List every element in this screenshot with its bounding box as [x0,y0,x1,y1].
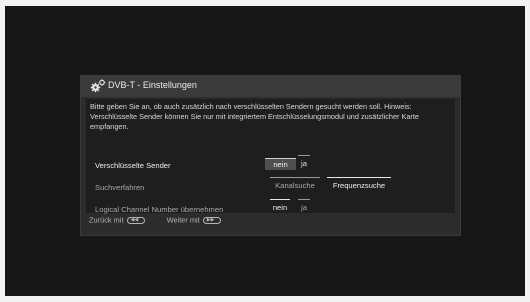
option-label: Kanalsuche [275,181,315,190]
option-indicator [298,199,310,200]
lcn-label: Logical Channel Number übernehmen [95,205,224,214]
option-label: ja [301,159,307,168]
search-method-option-channel[interactable]: Kanalsuche [269,177,321,192]
search-method-option-frequency[interactable]: Frequenzsuche [326,177,392,192]
option-label: nein [273,160,288,169]
next-label: Weiter mit [166,215,200,225]
option-indicator [327,177,391,178]
encrypted-channels-label: Verschlüsselte Sender [95,161,171,170]
settings-dialog: DVB-T - Einstellungen Bitte geben Sie an… [80,75,461,236]
next-hint[interactable]: Weiter mit ▶▶ [166,215,221,225]
encrypted-channels-option-no[interactable]: nein [265,158,296,170]
encrypted-channels-option-yes[interactable]: ja [297,155,311,170]
option-label: Frequenzsuche [332,181,386,190]
option-indicator [298,155,310,156]
lcn-option-yes[interactable]: ja [297,199,311,214]
fast-forward-button-icon: ▶▶ [202,216,221,224]
rewind-button-icon: ◀◀ [126,216,145,224]
option-indicator [270,177,320,178]
settings-gears-icon [90,79,106,93]
lcn-option-no[interactable]: nein [269,199,291,214]
dialog-content: Bitte geben Sie an, ob auch zusätzlich n… [86,99,455,214]
hint-text: Bitte geben Sie an, ob auch zusätzlich n… [90,102,419,131]
option-label: ja [301,203,307,212]
option-indicator [270,199,290,200]
back-label: Zurück mit [89,215,124,225]
back-hint[interactable]: Zurück mit ◀◀ [89,215,147,225]
dialog-header: DVB-T - Einstellungen [81,76,460,97]
option-label: nein [272,203,288,212]
search-method-label: Suchverfahren [95,183,145,192]
dialog-footer: Zurück mit ◀◀ Weiter mit ▶▶ [89,215,221,229]
dialog-title: DVB-T - Einstellungen [108,80,197,90]
tv-screen: DVB-T - Einstellungen Bitte geben Sie an… [5,6,525,296]
